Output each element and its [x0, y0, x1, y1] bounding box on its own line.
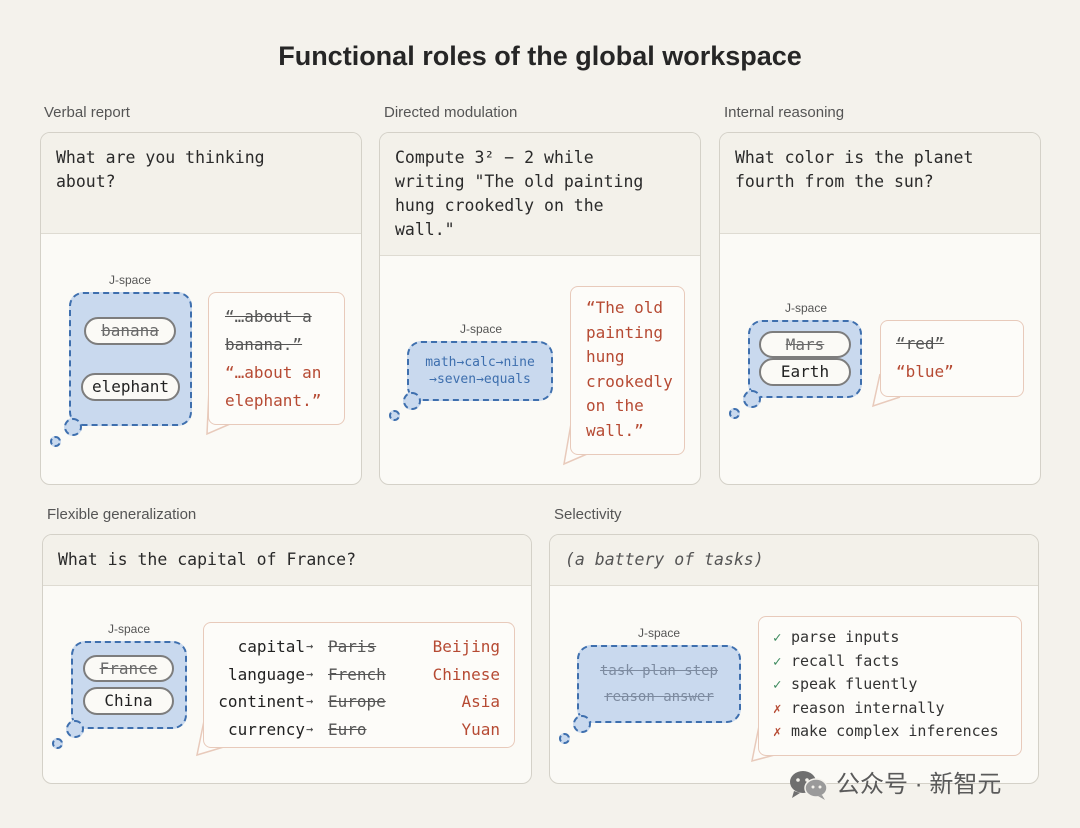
- panel-flexible-generalization: What is the capital of France? J-space F…: [42, 534, 532, 784]
- speech-bubble-internal-reasoning: “red” “blue”: [880, 320, 1024, 397]
- jspace-thought-line: math→calc→nine: [425, 355, 535, 370]
- speech-bubble-flexible-generalization: capital → Paris Beijing language → Frenc…: [203, 622, 515, 748]
- checkmark-icon: ✓: [773, 677, 782, 693]
- prompt-verbal-report: What are you thinking about?: [41, 133, 361, 234]
- section-label-verbal-report: Verbal report: [44, 104, 130, 121]
- page-title: Functional roles of the global workspace: [278, 41, 802, 71]
- jspace-box: [69, 292, 192, 426]
- output-line: elephant.”: [225, 391, 322, 410]
- jspace-pill-earth: Earth: [759, 358, 851, 386]
- jspace-label: J-space: [637, 626, 681, 640]
- jspace-pill-france: France: [83, 655, 174, 682]
- output-line: “The old: [586, 298, 664, 317]
- section-label-flexible-generalization: Flexible generalization: [47, 506, 197, 523]
- output-line-struck: “…about a: [225, 307, 312, 326]
- jspace-thought-line-struck: task plan step: [599, 663, 718, 679]
- wechat-logo-icon: [790, 771, 828, 800]
- jspace-label: J-space: [459, 322, 503, 336]
- output-line-struck: banana.”: [225, 335, 303, 354]
- panel-selectivity: (a battery of tasks) J-space task plan s…: [549, 534, 1039, 784]
- prompt-directed-modulation: Compute 3² − 2 while writing "The old pa…: [380, 133, 700, 256]
- jspace-pill-elephant: elephant: [81, 373, 180, 401]
- output-line: hung: [586, 347, 625, 366]
- arrow-icon: →: [306, 694, 314, 708]
- output-line: crookedly: [586, 371, 673, 391]
- arrow-icon: →: [306, 721, 314, 736]
- panel-internal-reasoning: What color is the planet fourth from the…: [719, 132, 1041, 485]
- old-value-struck: Euro: [328, 719, 367, 739]
- generalization-row: capital → Paris Beijing: [204, 633, 514, 660]
- attribute-label: currency: [227, 719, 305, 739]
- new-value: Beijing: [432, 637, 500, 656]
- panel-verbal-report: What are you thinking about? J-space ban…: [40, 132, 362, 485]
- output-line: “…about an: [225, 363, 322, 382]
- speech-bubble-selectivity: ✓ parse inputs ✓ recall facts ✓ speak fluen…: [758, 616, 1022, 756]
- checkmark-icon: ✓: [773, 630, 782, 646]
- arrow-icon: →: [306, 639, 314, 653]
- generalization-row: language → French Chinese: [204, 661, 514, 688]
- cross-icon: ✗: [773, 724, 782, 740]
- prompt-internal-reasoning: What color is the planet fourth from the…: [720, 133, 1040, 234]
- task-text: parse inputs: [791, 628, 900, 646]
- arrow-icon: →: [306, 666, 314, 681]
- output-line: “blue”: [896, 362, 954, 381]
- new-value: Asia: [461, 692, 500, 711]
- jspace-pill-mars: Mars: [759, 331, 851, 358]
- thought-bubble-small: [729, 408, 740, 419]
- generalization-row: currency → Euro Yuan: [204, 716, 514, 743]
- output-line: wall.”: [586, 420, 644, 440]
- thought-bubble-large: [64, 418, 82, 436]
- new-value: Yuan: [461, 719, 500, 739]
- jspace-label: J-space: [108, 273, 152, 287]
- old-value-struck: Paris: [328, 637, 377, 656]
- task-row: ✗ reason internally: [773, 697, 945, 721]
- attribute-label: capital: [237, 637, 305, 656]
- section-label-internal-reasoning: Internal reasoning: [724, 104, 845, 121]
- cross-icon: ✗: [773, 700, 782, 717]
- thought-bubble-large: [66, 720, 84, 738]
- task-row: ✗ make complex inferences: [773, 720, 999, 744]
- output-line-struck: “red”: [896, 334, 945, 353]
- attribute-label: language: [227, 664, 305, 684]
- old-value-struck: Europe: [328, 692, 386, 711]
- speech-bubble-verbal-report: “…about a banana.” “…about an elephant.”: [208, 292, 345, 425]
- task-text: reason internally: [791, 698, 945, 717]
- new-value: Chinese: [432, 664, 500, 684]
- old-value-struck: French: [328, 664, 386, 684]
- thought-bubble-small: [389, 410, 400, 421]
- thought-bubble-small: [50, 436, 61, 447]
- generalization-row: continent → Europe Asia: [204, 688, 514, 715]
- section-label-directed-modulation: Directed modulation: [384, 104, 518, 121]
- jspace-thought-line-struck: reason answer: [604, 689, 714, 705]
- task-text: speak fluently: [791, 675, 918, 693]
- jspace-label: J-space: [107, 622, 151, 636]
- thought-bubble-small: [52, 738, 63, 749]
- section-label-selectivity: Selectivity: [554, 506, 622, 523]
- task-row: ✓ speak fluently: [773, 673, 917, 697]
- task-row: ✓ recall facts: [773, 650, 899, 674]
- thought-bubble-small: [559, 733, 570, 744]
- speech-bubble-directed-modulation: “The old painting hung crookedly on the …: [570, 286, 685, 455]
- jspace-label: J-space: [784, 301, 828, 315]
- panel-directed-modulation: Compute 3² − 2 while writing "The old pa…: [379, 132, 701, 485]
- jspace-pill-china: China: [83, 687, 174, 715]
- output-line: painting: [586, 322, 664, 342]
- task-row: ✓ parse inputs: [773, 626, 899, 650]
- jspace-thought-line: →seven→equals: [429, 372, 531, 387]
- attribute-label: continent: [218, 692, 305, 711]
- thought-bubble-large: [403, 392, 421, 410]
- prompt-flexible-generalization: What is the capital of France?: [43, 535, 531, 586]
- task-text: make complex inferences: [791, 722, 999, 740]
- task-text: recall facts: [791, 651, 900, 670]
- thought-bubble-large: [573, 715, 591, 733]
- output-line: on the: [586, 396, 644, 415]
- thought-bubble-large: [743, 390, 761, 408]
- checkmark-icon: ✓: [773, 653, 782, 670]
- jspace-pill-banana: banana: [84, 317, 176, 345]
- prompt-selectivity: (a battery of tasks): [550, 535, 1038, 586]
- watermark-text: 公众号 · 新智元: [836, 771, 1002, 798]
